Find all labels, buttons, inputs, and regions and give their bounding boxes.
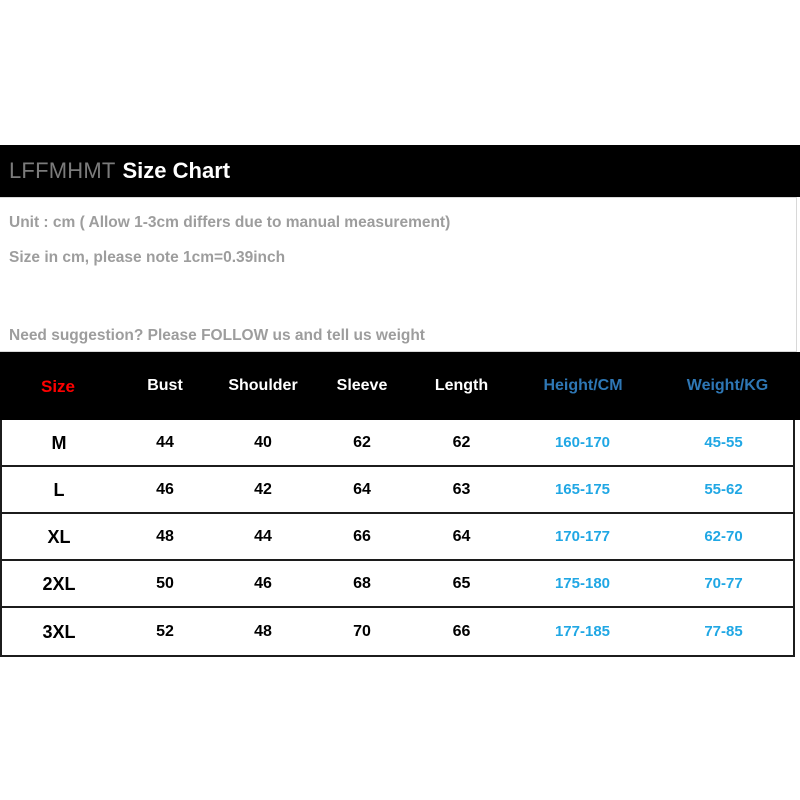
cell-size: XL xyxy=(47,526,71,547)
cell-length: 65 xyxy=(452,574,471,592)
cell-height: 165-175 xyxy=(554,481,611,498)
cell-weight: 62-70 xyxy=(704,528,743,545)
cell-height: 177-185 xyxy=(554,623,611,640)
table-header-row: Size Bust Shoulder Sleeve Length Height/… xyxy=(0,352,800,420)
cell-height: 160-170 xyxy=(554,434,611,451)
cell-bust: 50 xyxy=(156,574,174,592)
column-header-bust: Bust xyxy=(147,377,183,394)
note-conversion: Size in cm, please note 1cm=0.39inch xyxy=(9,249,286,266)
top-spacer xyxy=(0,0,800,145)
cell-length: 66 xyxy=(452,622,471,640)
cell-shoulder: 44 xyxy=(254,527,272,545)
table-body: M 44 40 62 62 160-170 45-55 L 46 42 64 6… xyxy=(0,420,795,657)
cell-size: 2XL xyxy=(42,573,76,594)
size-table: Size Bust Shoulder Sleeve Length Height/… xyxy=(0,352,800,657)
cell-sleeve: 64 xyxy=(353,480,371,498)
cell-sleeve: 70 xyxy=(353,622,371,640)
cell-weight: 55-62 xyxy=(704,481,743,498)
column-header-size: Size xyxy=(40,376,76,396)
note-suggestion: Need suggestion? Please FOLLOW us and te… xyxy=(9,327,425,344)
column-header-sleeve: Sleeve xyxy=(336,377,388,394)
cell-size: L xyxy=(53,479,65,500)
cell-height: 175-180 xyxy=(554,575,611,592)
table-row: XL 48 44 66 64 170-177 62-70 xyxy=(2,514,793,561)
cell-weight: 45-55 xyxy=(704,434,743,451)
cell-sleeve: 62 xyxy=(353,433,371,451)
column-header-length: Length xyxy=(434,377,489,394)
column-header-height: Height/CM xyxy=(543,377,623,394)
cell-height: 170-177 xyxy=(554,528,611,545)
cell-bust: 44 xyxy=(156,433,174,451)
cell-length: 64 xyxy=(452,527,471,545)
note-unit: Unit : cm ( Allow 1-3cm differs due to m… xyxy=(9,214,451,231)
size-chart-page: LFFMHMT Size Chart Unit : cm ( Allow 1-3… xyxy=(0,0,800,800)
page-title: Size Chart xyxy=(122,158,231,183)
table-row: M 44 40 62 62 160-170 45-55 xyxy=(2,420,793,467)
cell-shoulder: 40 xyxy=(254,433,272,451)
cell-length: 63 xyxy=(452,480,471,498)
cell-bust: 52 xyxy=(156,622,174,640)
title-band: LFFMHMT Size Chart xyxy=(0,145,800,197)
column-header-shoulder: Shoulder xyxy=(228,377,298,394)
table-row: L 46 42 64 63 165-175 55-62 xyxy=(2,467,793,514)
cell-bust: 48 xyxy=(156,527,174,545)
table-row: 3XL 52 48 70 66 177-185 77-85 xyxy=(2,608,793,655)
cell-size: 3XL xyxy=(42,621,76,642)
cell-shoulder: 42 xyxy=(254,480,272,498)
cell-sleeve: 66 xyxy=(353,527,371,545)
cell-size: M xyxy=(51,432,67,453)
column-header-weight: Weight/KG xyxy=(686,377,769,394)
brand-name: LFFMHMT xyxy=(9,158,116,183)
notes-panel: Unit : cm ( Allow 1-3cm differs due to m… xyxy=(0,197,797,352)
table-row: 2XL 50 46 68 65 175-180 70-77 xyxy=(2,561,793,608)
cell-length: 62 xyxy=(452,433,471,451)
cell-shoulder: 46 xyxy=(254,574,272,592)
cell-weight: 70-77 xyxy=(704,575,743,592)
cell-weight: 77-85 xyxy=(704,623,743,640)
cell-sleeve: 68 xyxy=(353,574,371,592)
cell-bust: 46 xyxy=(156,480,174,498)
cell-shoulder: 48 xyxy=(254,622,272,640)
